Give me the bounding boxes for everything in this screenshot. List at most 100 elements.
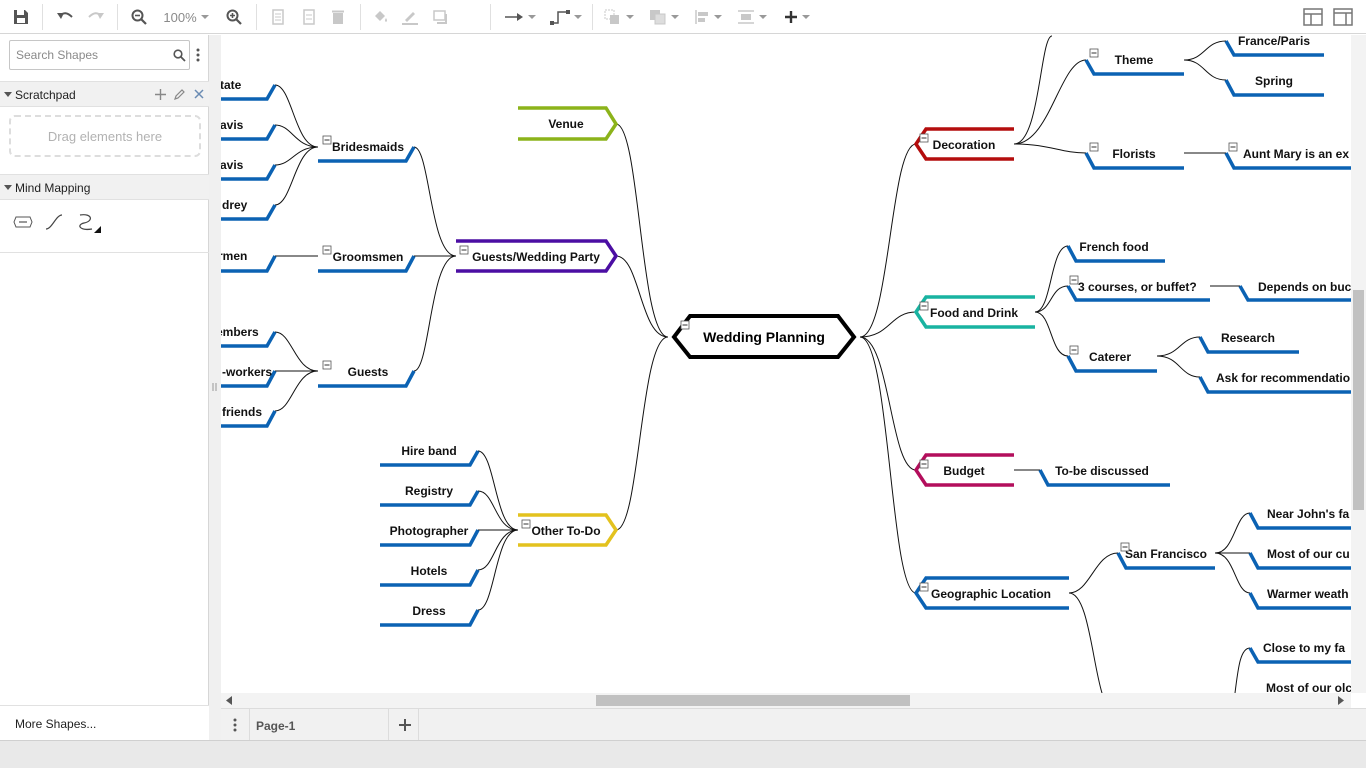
sidebar-splitter[interactable]	[209, 35, 221, 740]
florists-label[interactable]: Florists	[1112, 147, 1156, 161]
sf-item[interactable]: Warmer weath	[1267, 587, 1349, 601]
add-icon[interactable]	[155, 89, 166, 100]
search-shapes-input[interactable]	[16, 47, 166, 63]
connection-arrow-icon[interactable]	[500, 0, 540, 34]
caterer-item[interactable]: Research	[1221, 331, 1275, 345]
bridesmaid-leaf[interactable]: drey	[222, 198, 248, 212]
french-food-label[interactable]: French food	[1079, 240, 1148, 254]
decoration-topic[interactable]: Decoration	[913, 127, 1014, 161]
collapse-icon[interactable]	[1069, 275, 1079, 285]
todo-item[interactable]: Registry	[405, 484, 453, 498]
more-options-icon[interactable]	[196, 48, 200, 62]
collapse-icon[interactable]	[1089, 48, 1099, 58]
sf-item[interactable]: Most of our cu	[1267, 547, 1350, 561]
fullscreen-icon[interactable]	[1330, 0, 1356, 34]
horizontal-scrollbar[interactable]	[221, 693, 1351, 708]
align-icon[interactable]	[689, 0, 727, 34]
curve-connector-icon[interactable]	[76, 211, 102, 235]
depends-label[interactable]: Depends on buc	[1258, 280, 1351, 294]
scroll-left-icon[interactable]	[226, 696, 232, 705]
san-francisco-label[interactable]: San Francisco	[1125, 547, 1207, 561]
collapse-icon[interactable]	[1089, 142, 1099, 152]
scroll-right-icon[interactable]	[1338, 696, 1344, 705]
diagram-canvas[interactable]: Wedding Planning Venue Guests/Wedding Pa…	[221, 35, 1351, 693]
groomsmen-leaf[interactable]: rmen	[221, 249, 247, 263]
theme-item[interactable]: France/Paris	[1238, 35, 1310, 48]
guest-leaf[interactable]: friends	[222, 405, 262, 419]
collapse-icon[interactable]	[1120, 542, 1130, 552]
theme-item[interactable]: Spring	[1255, 74, 1293, 88]
collapse-icon[interactable]	[680, 320, 690, 330]
collapse-icon[interactable]	[919, 459, 929, 469]
zoom-out-icon[interactable]	[127, 0, 151, 34]
fill-color-icon[interactable]	[369, 0, 393, 34]
collapse-icon[interactable]	[919, 582, 929, 592]
bridesmaid-leaf[interactable]: avis	[221, 158, 244, 172]
collapse-icon[interactable]	[919, 301, 929, 311]
bridesmaid-leaf[interactable]: avis	[221, 118, 244, 132]
waypoint-icon[interactable]	[546, 0, 586, 34]
theme-label[interactable]: Theme	[1115, 53, 1154, 67]
redo-icon[interactable]	[83, 0, 109, 34]
more-shapes-button[interactable]: More Shapes...	[0, 705, 209, 740]
sf-item[interactable]: Near John's fa	[1267, 507, 1350, 521]
bridesmaids-topic[interactable]: Bridesmaids	[318, 140, 416, 163]
zoom-dropdown[interactable]: 100%	[156, 0, 216, 34]
todo-item[interactable]: Dress	[412, 604, 446, 618]
vertical-scrollbar[interactable]	[1351, 35, 1366, 693]
to-back-icon[interactable]	[645, 0, 683, 34]
collapse-icon[interactable]	[919, 133, 929, 143]
groomsmen-topic[interactable]: Groomsmen	[318, 250, 416, 273]
caterer-label[interactable]: Caterer	[1089, 350, 1131, 364]
shadow-icon[interactable]	[429, 0, 453, 34]
other-location-item[interactable]: Most of our olc	[1266, 681, 1351, 693]
distribute-icon[interactable]	[733, 0, 771, 34]
guest-leaf[interactable]: embers	[221, 325, 259, 339]
add-page-button[interactable]	[391, 709, 419, 741]
guest-leaf[interactable]: -workers	[222, 365, 272, 379]
florist-item[interactable]: Aunt Mary is an ex	[1243, 147, 1349, 161]
mind-mapping-header[interactable]: Mind Mapping	[0, 174, 209, 200]
courses-label[interactable]: 3 courses, or buffet?	[1078, 280, 1197, 294]
geographic-location-topic[interactable]: Geographic Location	[913, 576, 1069, 610]
page-menu-button[interactable]	[221, 709, 249, 741]
guests-wedding-party-topic[interactable]: Guests/Wedding Party	[456, 239, 619, 273]
close-icon[interactable]	[194, 89, 204, 99]
undo-icon[interactable]	[52, 0, 78, 34]
collapse-icon[interactable]	[1228, 142, 1238, 152]
collapse-icon[interactable]	[459, 245, 469, 255]
format-panel-icon[interactable]	[1300, 0, 1326, 34]
guests-topic[interactable]: Guests	[318, 365, 416, 388]
page-tab[interactable]: Page-1	[249, 709, 389, 741]
food-and-drink-topic[interactable]: Food and Drink	[913, 295, 1035, 329]
other-location-item[interactable]: Close to my fa	[1263, 641, 1345, 655]
bridesmaid-leaf[interactable]: tate	[221, 78, 242, 92]
line-color-icon[interactable]	[398, 0, 422, 34]
todo-item[interactable]: Photographer	[390, 524, 469, 538]
todo-item[interactable]: Hire band	[401, 444, 456, 458]
collapse-icon[interactable]	[1069, 345, 1079, 355]
branch-line-icon[interactable]	[44, 213, 64, 231]
insert-plus-icon[interactable]	[778, 0, 816, 34]
budget-topic[interactable]: Budget	[913, 453, 1014, 487]
budget-item[interactable]: To-be discussed	[1055, 464, 1149, 478]
topic-shape-icon[interactable]	[13, 215, 33, 229]
scratchpad-drop-zone[interactable]: Drag elements here	[9, 115, 201, 157]
delete-icon[interactable]	[326, 0, 350, 34]
other-todo-topic[interactable]: Other To-Do	[518, 513, 619, 547]
to-front-icon[interactable]	[600, 0, 638, 34]
duplicate-icon[interactable]	[266, 0, 290, 34]
collapse-icon[interactable]	[521, 519, 531, 529]
scratchpad-header[interactable]: Scratchpad	[0, 81, 209, 107]
save-icon[interactable]	[8, 0, 34, 34]
collapse-icon[interactable]	[322, 245, 332, 255]
edit-pencil-icon[interactable]	[174, 88, 186, 100]
central-topic[interactable]: Wedding Planning	[671, 314, 857, 359]
collapse-icon[interactable]	[322, 135, 332, 145]
copy-icon[interactable]	[297, 0, 321, 34]
todo-item[interactable]: Hotels	[411, 564, 448, 578]
collapse-icon[interactable]	[322, 360, 332, 370]
zoom-in-icon[interactable]	[222, 0, 246, 34]
caterer-item[interactable]: Ask for recommendatio	[1216, 371, 1350, 385]
vertical-scroll-thumb[interactable]	[1353, 290, 1364, 510]
